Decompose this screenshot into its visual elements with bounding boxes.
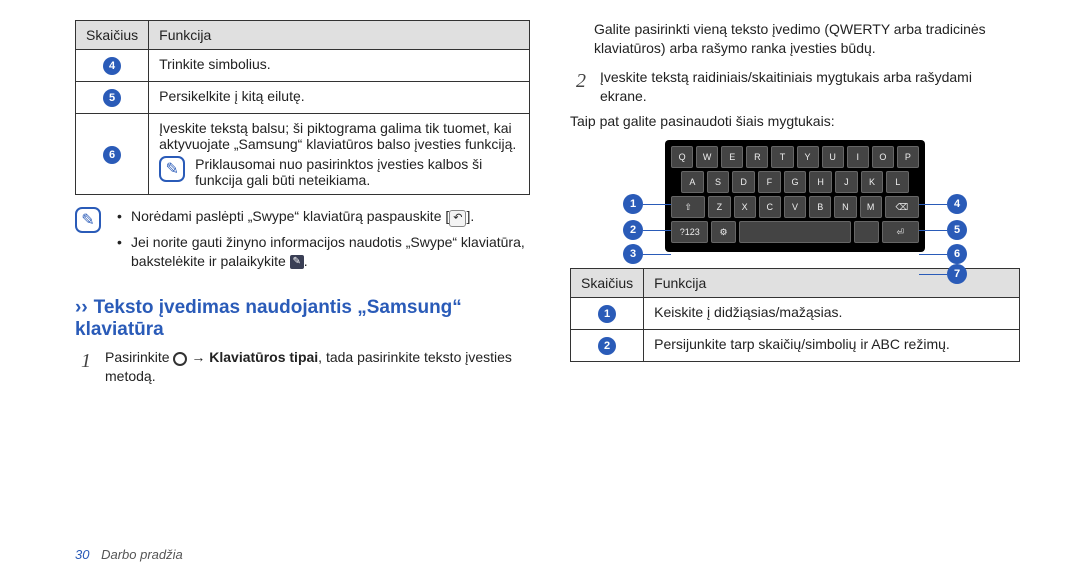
- row-note-text: Priklausomai nuo pasirinktos įvesties ka…: [195, 156, 519, 188]
- key: I: [847, 146, 869, 168]
- note-icon: [75, 207, 101, 233]
- row-number-circle: 2: [598, 337, 616, 355]
- section-heading: ››Teksto įvedimas naudojantis „Samsung“ …: [75, 297, 530, 343]
- callout-4: 4: [919, 194, 967, 214]
- key: Z: [708, 196, 730, 218]
- back-key-glyph: ↶: [449, 210, 466, 227]
- callout-2: 2: [623, 220, 671, 240]
- step-text: Įveskite tekstą raidiniais/skaitiniais m…: [600, 68, 1020, 106]
- key: U: [822, 146, 844, 168]
- row-text: Keiskite į didžiąsias/mažąsias.: [644, 298, 1020, 330]
- key: V: [784, 196, 806, 218]
- key: Y: [797, 146, 819, 168]
- list-item: Jei norite gauti žinyno informacijos nau…: [117, 233, 530, 271]
- callout-6: 6: [919, 244, 967, 264]
- key: M: [860, 196, 882, 218]
- table-row: 1 Keiskite į didžiąsias/mažąsias.: [571, 298, 1020, 330]
- row-text: Persijunkite tarp skaičių/simbolių ir AB…: [644, 330, 1020, 362]
- page-number: 30: [75, 547, 89, 562]
- th-function: Funkcija: [149, 21, 530, 50]
- step-number: 1: [81, 348, 97, 386]
- row-text: Trinkite simbolius.: [149, 50, 530, 82]
- callout-7: 7: [919, 264, 967, 284]
- row-text: Persikelkite į kitą eilutę.: [149, 82, 530, 114]
- key: B: [809, 196, 831, 218]
- step-2: 2 Įveskite tekstą raidiniais/skaitiniais…: [576, 68, 1020, 106]
- key: X: [734, 196, 756, 218]
- step-number: 2: [576, 68, 592, 106]
- key: R: [746, 146, 768, 168]
- backspace-key: ⌫: [885, 196, 919, 218]
- key: E: [721, 146, 743, 168]
- key: G: [784, 171, 807, 193]
- key: Q: [671, 146, 693, 168]
- row-number-circle: 6: [103, 146, 121, 164]
- chevron-icon: ››: [75, 297, 88, 318]
- page-footer: 30 Darbo pradžia: [75, 547, 183, 562]
- callout-1: 1: [623, 194, 671, 214]
- step-text: Pasirinkite → Klaviatūros tipai, tada pa…: [105, 348, 530, 386]
- key: H: [809, 171, 832, 193]
- settings-key: ⚙: [711, 221, 735, 243]
- key: T: [771, 146, 793, 168]
- gear-icon: [173, 352, 187, 366]
- key: N: [834, 196, 856, 218]
- callout-5: 5: [919, 220, 967, 240]
- function-table-a: Skaičius Funkcija 4 Trinkite simbolius. …: [75, 20, 530, 195]
- key: D: [732, 171, 755, 193]
- key: F: [758, 171, 781, 193]
- callout-3: 3: [623, 244, 671, 264]
- table-row: 4 Trinkite simbolius.: [76, 50, 530, 82]
- shift-key: ⇧: [671, 196, 705, 218]
- key: O: [872, 146, 894, 168]
- key: J: [835, 171, 858, 193]
- key: L: [886, 171, 909, 193]
- key: W: [696, 146, 718, 168]
- list-item: Norėdami paslėpti „Swype“ klaviatūrą pas…: [117, 207, 530, 227]
- table-row: 2 Persijunkite tarp skaičių/simbolių ir …: [571, 330, 1020, 362]
- enter-key: ⏎: [882, 221, 919, 243]
- key: P: [897, 146, 919, 168]
- row-number-circle: 1: [598, 305, 616, 323]
- th-number: Skaičius: [76, 21, 149, 50]
- row-main-text: Įveskite tekstą balsu; ši piktograma gal…: [159, 120, 519, 152]
- section-title: Darbo pradžia: [101, 547, 183, 562]
- keyboard-diagram: Q W E R T Y U I O P A S D F G H: [605, 140, 985, 252]
- key: C: [759, 196, 781, 218]
- swype-icon: [290, 255, 304, 269]
- key: S: [707, 171, 730, 193]
- row-text: Įveskite tekstą balsu; ši piktograma gal…: [149, 114, 530, 195]
- symbols-key: ?123: [671, 221, 708, 243]
- dot-key: [854, 221, 878, 243]
- key: A: [681, 171, 704, 193]
- key: K: [861, 171, 884, 193]
- table-row: 6 Įveskite tekstą balsu; ši piktograma g…: [76, 114, 530, 195]
- buttons-intro: Taip pat galite pasinaudoti šiais mygtuk…: [570, 112, 1020, 131]
- step-1: 1 Pasirinkite → Klaviatūros tipai, tada …: [81, 348, 530, 386]
- intro-paragraph: Galite pasirinkti vieną teksto įvedimo (…: [594, 20, 1020, 58]
- row-number-circle: 5: [103, 89, 121, 107]
- note-icon: [159, 156, 185, 182]
- th-number: Skaičius: [571, 269, 644, 298]
- row-number-circle: 4: [103, 57, 121, 75]
- note-list: Norėdami paslėpti „Swype“ klaviatūrą pas…: [117, 207, 530, 277]
- table-row: 5 Persikelkite į kitą eilutę.: [76, 82, 530, 114]
- space-key: [739, 221, 852, 243]
